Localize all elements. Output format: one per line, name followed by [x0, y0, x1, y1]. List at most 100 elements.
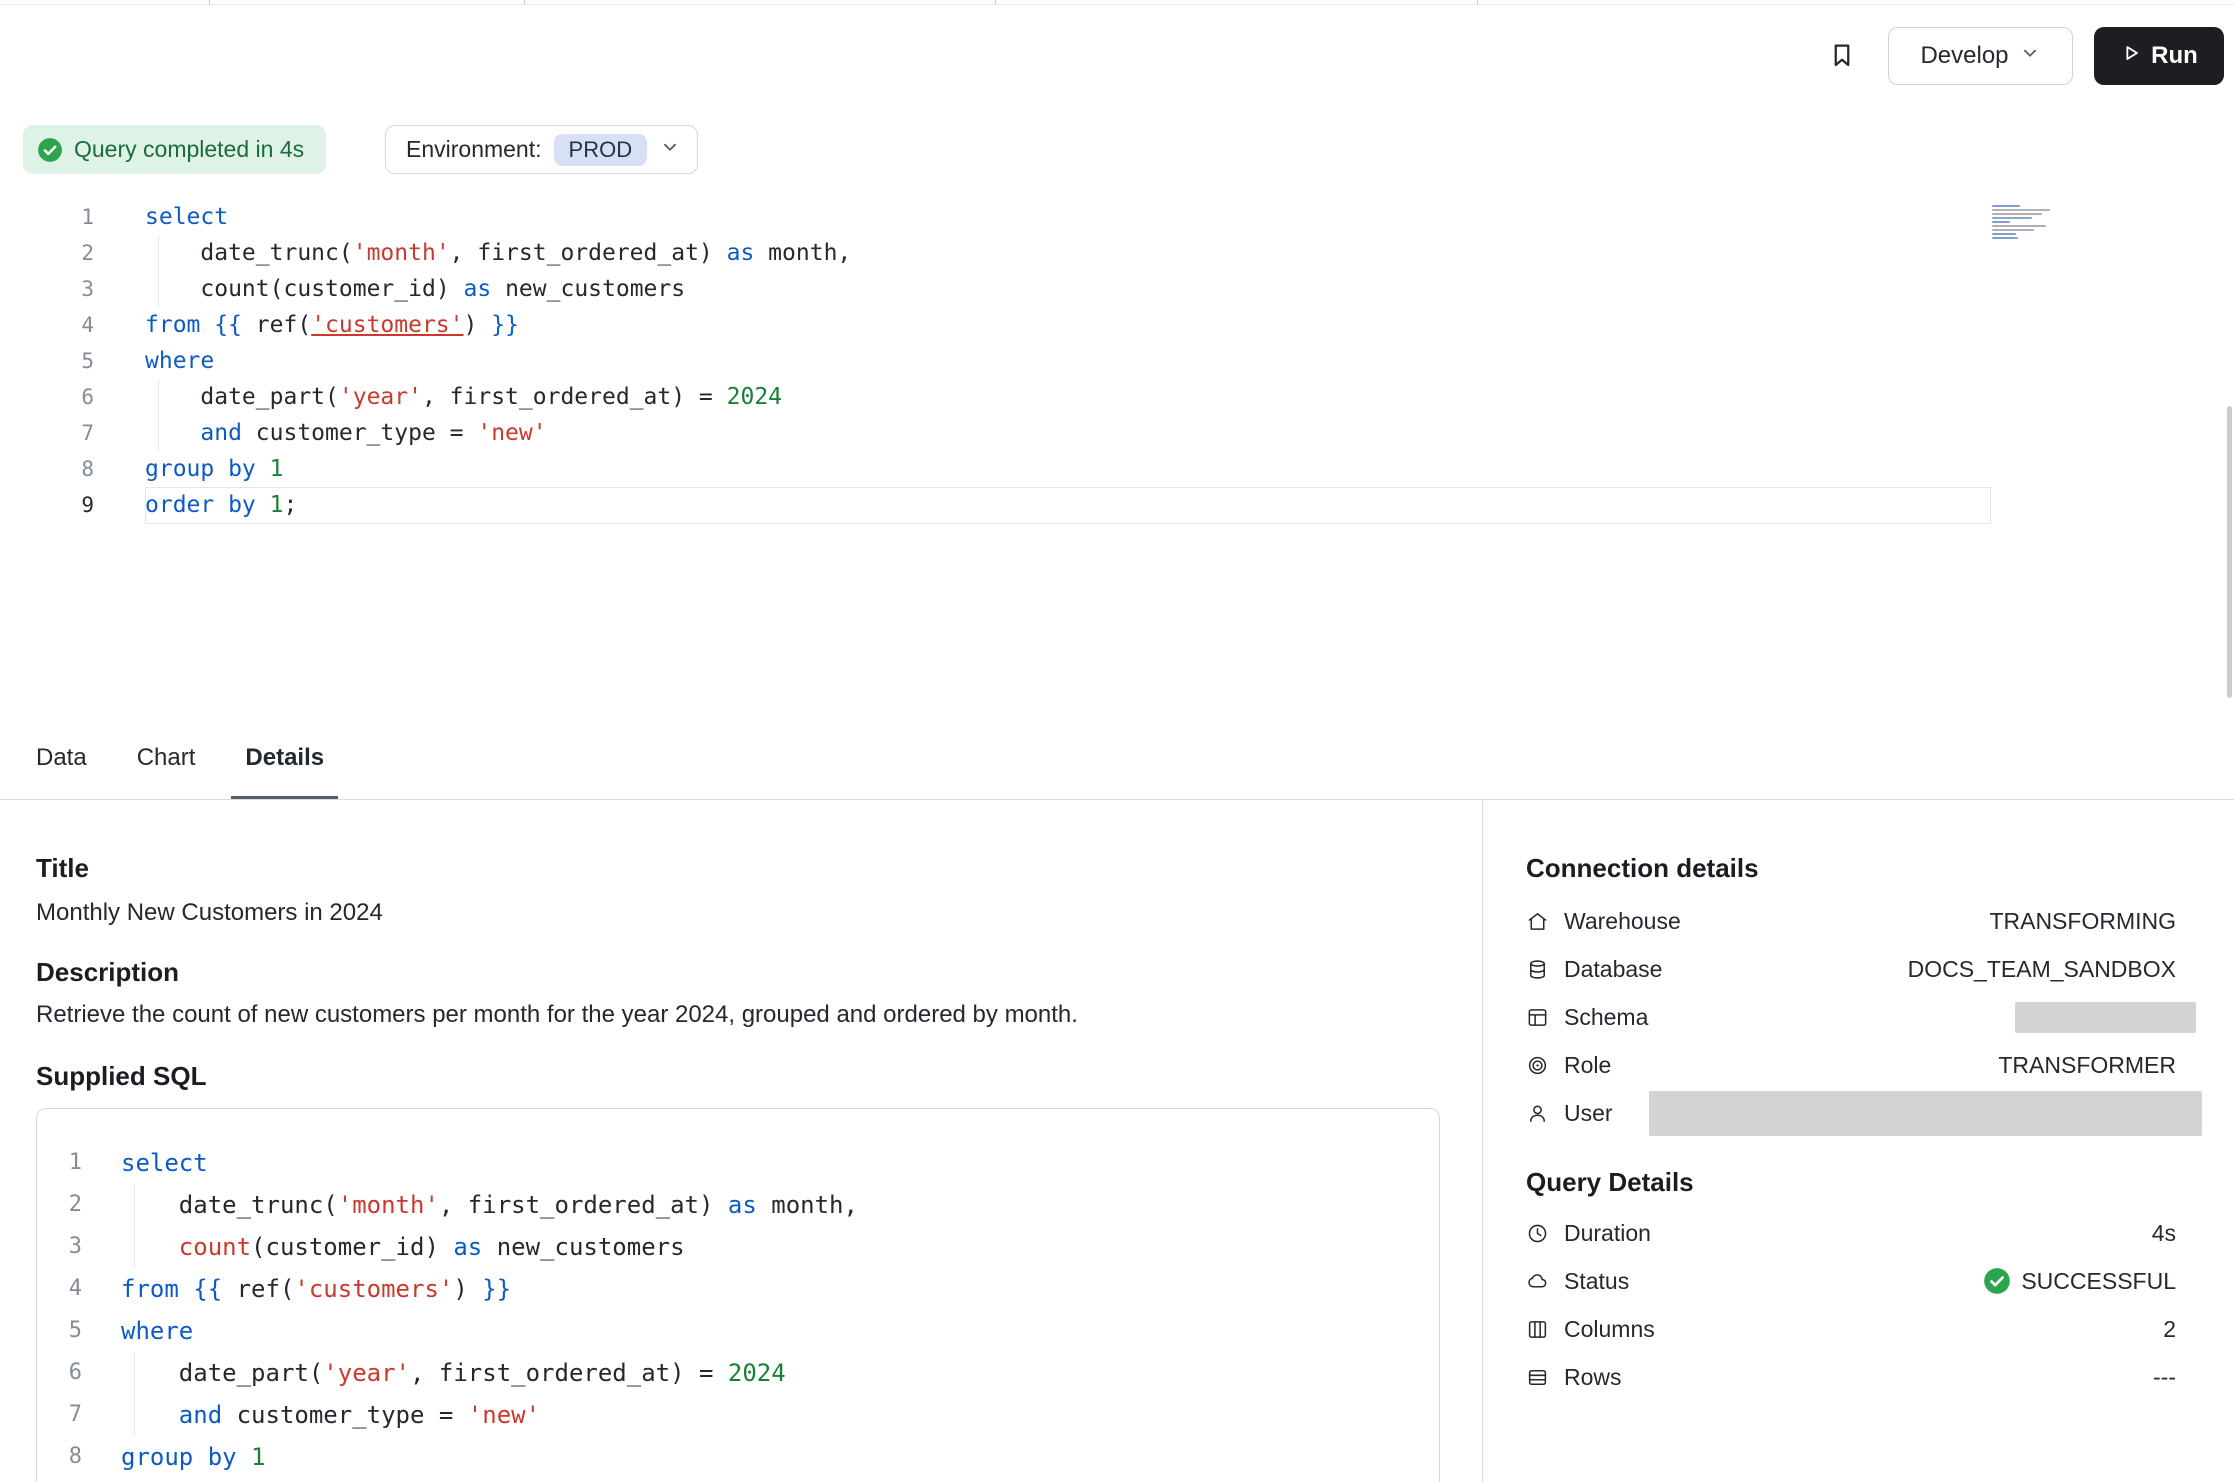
connection-row-database: Database DOCS_TEAM_SANDBOX	[1526, 945, 2176, 993]
top-tab-strip	[0, 0, 2234, 5]
row-label: Columns	[1564, 1316, 1655, 1343]
query-row-status: StatusSUCCESSFUL	[1526, 1257, 2176, 1305]
code-line[interactable]: 2 date_trunc('month', first_ordered_at) …	[0, 235, 2234, 271]
code-text: and customer_type = 'new'	[145, 415, 547, 451]
redacted-value	[2015, 1002, 2196, 1033]
supplied-sql-heading: Supplied SQL	[36, 1061, 206, 1092]
columns-icon	[1526, 1318, 1550, 1341]
row-value: ---	[2153, 1364, 2176, 1391]
model-ref-link[interactable]: 'customers'	[294, 1275, 453, 1303]
description-value: Retrieve the count of new customers per …	[36, 1001, 1078, 1029]
line-number: 9	[37, 1478, 82, 1482]
details-panel: Title Monthly New Customers in 2024 Desc…	[0, 800, 1482, 1482]
app-window: Develop Run Query completed in 4s Enviro…	[0, 0, 2234, 1482]
sql-editor[interactable]: 1 select2 date_trunc('month', first_order…	[0, 199, 2234, 523]
code-text: where	[145, 343, 214, 379]
connection-row-user: User	[1526, 1089, 2176, 1137]
code-text: order by 1;	[121, 1478, 280, 1482]
row-value-text: DOCS_TEAM_SANDBOX	[1908, 956, 2176, 983]
row-value	[2015, 1002, 2176, 1033]
code-text: order by 1;	[145, 487, 297, 523]
tab-details[interactable]: Details	[231, 719, 338, 799]
scrollbar[interactable]	[2227, 406, 2232, 698]
line-number: 2	[37, 1184, 82, 1226]
code-text: and customer_type = 'new'	[121, 1394, 540, 1436]
row-value-text: TRANSFORMER	[1998, 1052, 2176, 1079]
develop-label: Develop	[1920, 42, 2008, 70]
develop-button[interactable]: Develop	[1888, 27, 2073, 85]
code-line[interactable]: 6 date_part('year', first_ordered_at) = …	[0, 379, 2234, 415]
query-row-columns: Columns 2	[1526, 1305, 2176, 1353]
code-text: count(customer_id) as new_customers	[145, 271, 685, 307]
line-number: 5	[0, 343, 94, 379]
line-number: 7	[37, 1394, 82, 1436]
query-row-duration: Duration4s	[1526, 1209, 2176, 1257]
bookmark-button[interactable]	[1818, 32, 1866, 80]
model-ref-link[interactable]: 'customers'	[311, 312, 463, 338]
code-line: 1select	[37, 1142, 1439, 1184]
code-line[interactable]: 1 select	[0, 199, 2234, 235]
code-line[interactable]: 7 and customer_type = 'new'	[0, 415, 2234, 451]
code-line[interactable]: 4from {{ ref('customers') }}	[0, 307, 2234, 343]
code-line[interactable]: 5 where	[0, 343, 2234, 379]
result-tabs: Data Chart Details	[0, 719, 338, 799]
code-text: select	[145, 199, 228, 235]
row-value-text: ---	[2153, 1364, 2176, 1391]
code-line[interactable]: 9 order by 1;	[0, 487, 2234, 523]
line-number: 3	[37, 1226, 82, 1268]
row-label: Database	[1564, 956, 1662, 983]
title-value: Monthly New Customers in 2024	[36, 899, 383, 927]
row-label: User	[1564, 1100, 1613, 1127]
chevron-down-icon	[659, 136, 681, 164]
database-icon	[1526, 958, 1550, 981]
role-icon	[1526, 1054, 1550, 1077]
connection-rows: WarehouseTRANSFORMINGDatabaseDOCS_TEAM_S…	[1526, 897, 2176, 1137]
chevron-down-icon	[2019, 42, 2041, 71]
line-number: 9	[0, 487, 94, 523]
code-line: 3 count(customer_id) as new_customers	[37, 1226, 1439, 1268]
schema-icon	[1526, 1006, 1550, 1029]
line-number: 1	[0, 199, 94, 235]
code-line: 8group by 1	[37, 1436, 1439, 1478]
connection-row-role: Role TRANSFORMER	[1526, 1041, 2176, 1089]
row-value: SUCCESSFUL	[1983, 1267, 2176, 1295]
rows-icon	[1526, 1366, 1550, 1389]
editor-minimap[interactable]	[1992, 203, 2096, 241]
code-line[interactable]: 3 count(customer_id) as new_customers	[0, 271, 2234, 307]
line-number: 4	[37, 1268, 82, 1310]
row-value: 4s	[2152, 1220, 2176, 1247]
query-row-rows: Rows---	[1526, 1353, 2176, 1401]
code-text: from {{ ref('customers') }}	[121, 1268, 511, 1310]
code-text: date_trunc('month', first_ordered_at) as…	[145, 235, 851, 271]
line-number: 7	[0, 415, 94, 451]
run-button[interactable]: Run	[2094, 27, 2224, 85]
query-details-rows: Duration4sStatusSUCCESSFUL Columns 2 Rows--…	[1526, 1209, 2176, 1401]
code-line: 9 order by 1;	[37, 1478, 1439, 1482]
code-text: date_part('year', first_ordered_at) = 20…	[121, 1352, 786, 1394]
line-number: 5	[37, 1310, 82, 1352]
title-heading: Title	[36, 853, 89, 884]
row-label: Role	[1564, 1052, 1611, 1079]
environment-selector[interactable]: Environment: PROD	[385, 125, 698, 174]
row-value: TRANSFORMER	[1998, 1052, 2176, 1079]
redacted-value	[1649, 1091, 2202, 1136]
row-label: Warehouse	[1564, 908, 1681, 935]
code-line[interactable]: 8group by 1	[0, 451, 2234, 487]
tab-chart[interactable]: Chart	[123, 719, 210, 799]
code-text: count(customer_id) as new_customers	[121, 1226, 685, 1268]
code-text: group by 1	[145, 451, 283, 487]
tab-data[interactable]: Data	[22, 719, 101, 799]
code-text: date_trunc('month', first_ordered_at) as…	[121, 1184, 858, 1226]
play-icon	[2120, 42, 2142, 71]
row-value: DOCS_TEAM_SANDBOX	[1908, 956, 2176, 983]
run-label: Run	[2151, 42, 2198, 70]
row-value-text: 2	[2163, 1316, 2176, 1343]
query-details-heading: Query Details	[1526, 1167, 1694, 1198]
description-heading: Description	[36, 957, 179, 988]
environment-label: Environment:	[406, 136, 542, 163]
line-number: 6	[37, 1352, 82, 1394]
query-status-badge: Query completed in 4s	[23, 125, 326, 174]
code-line: 4 from {{ ref('customers') }}	[37, 1268, 1439, 1310]
code-text: from {{ ref('customers') }}	[145, 307, 519, 343]
row-label: Schema	[1564, 1004, 1648, 1031]
